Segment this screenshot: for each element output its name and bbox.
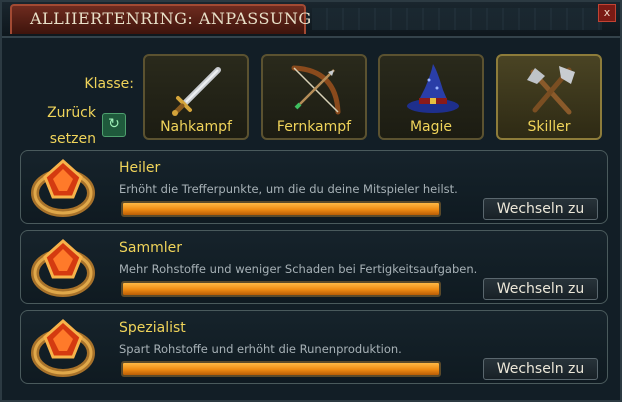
title-bar: ALLIIERTENRING: ANPASSUNG x	[2, 2, 620, 38]
perk-progress-bar	[121, 281, 441, 297]
perk-progress-fill	[123, 283, 439, 295]
reset-label-line1: Zurück	[47, 105, 96, 121]
perk-description: Erhöht die Trefferpunkte, um die du dein…	[119, 182, 458, 196]
customization-window: ALLIIERTENRING: ANPASSUNG x Klasse: Zurü…	[0, 0, 622, 402]
title-ornament	[312, 8, 602, 30]
perk-description: Spart Rohstoffe und erhöht die Runenprod…	[119, 342, 402, 356]
hatchet-icon	[527, 66, 575, 115]
ring-icon	[31, 318, 95, 377]
close-button[interactable]: x	[598, 4, 616, 22]
perk-progress-fill	[123, 203, 439, 215]
wizard-hat-icon	[407, 64, 459, 113]
class-label: Klasse:	[84, 76, 134, 92]
switch-button[interactable]: Wechseln zu	[483, 198, 598, 220]
class-button-ranged-label: Fernkampf	[276, 119, 352, 135]
perk-name: Sammler	[119, 240, 182, 256]
class-button-ranged[interactable]: Fernkampf	[261, 54, 367, 140]
perk-card-heiler: Heiler Erhöht die Trefferpunkte, um die …	[20, 150, 608, 224]
reset-icon[interactable]: ↻	[102, 113, 126, 137]
perk-progress-bar	[121, 361, 441, 377]
sword-icon	[172, 67, 221, 116]
class-button-skiller-label: Skiller	[527, 119, 571, 135]
perk-card-spezialist: Spezialist Spart Rohstoffe und erhöht di…	[20, 310, 608, 384]
perk-description: Mehr Rohstoffe und weniger Schaden bei F…	[119, 262, 478, 276]
class-button-skiller[interactable]: Skiller	[496, 54, 602, 140]
switch-button[interactable]: Wechseln zu	[483, 358, 598, 380]
switch-button[interactable]: Wechseln zu	[483, 278, 598, 300]
reset-label-line2: setzen	[49, 131, 96, 147]
perk-progress-fill	[123, 363, 439, 375]
ring-icon	[31, 158, 95, 217]
class-button-melee[interactable]: Nahkampf	[143, 54, 249, 140]
perk-card-sammler: Sammler Mehr Rohstoffe und weniger Schad…	[20, 230, 608, 304]
perk-name: Heiler	[119, 160, 161, 176]
class-button-melee-label: Nahkampf	[160, 119, 232, 135]
perk-name: Spezialist	[119, 320, 186, 336]
reset-label[interactable]: Zurück setzen	[28, 100, 96, 152]
class-button-magic[interactable]: Magie	[378, 54, 484, 140]
window-title: ALLIIERTENRING: ANPASSUNG	[30, 9, 312, 28]
ring-icon	[31, 238, 95, 297]
perk-progress-bar	[121, 201, 441, 217]
bow-icon	[291, 65, 341, 115]
class-button-magic-label: Magie	[409, 119, 453, 135]
